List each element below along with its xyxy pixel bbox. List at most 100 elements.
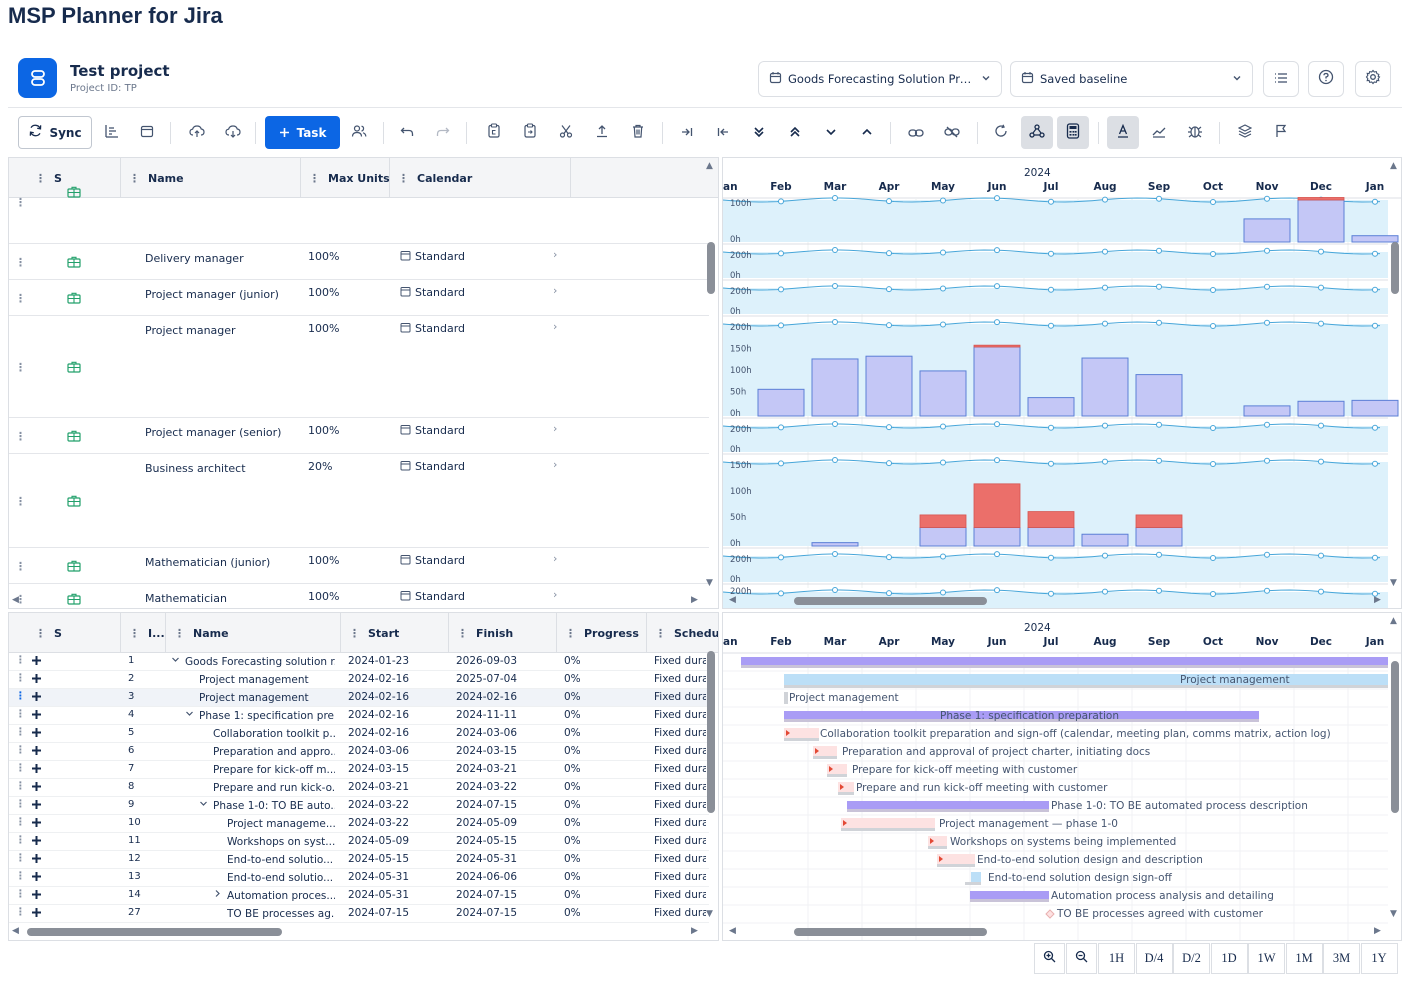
redo-button[interactable]: [433, 116, 453, 149]
task-row[interactable]: ⋮ 10 Project manageme... 2024-03-22 2024…: [9, 815, 709, 833]
zoom-scale-button[interactable]: 1H: [1098, 943, 1135, 974]
scroll-left-arrow[interactable]: ◀: [729, 926, 736, 936]
resource-view-toggle[interactable]: [1021, 116, 1053, 149]
drag-handle[interactable]: ⋮: [15, 744, 26, 756]
histogram-horizontal-scrollbar[interactable]: [794, 597, 987, 605]
collapse-button[interactable]: [857, 116, 877, 149]
add-subtask-icon[interactable]: [31, 709, 42, 723]
column-header-schedule[interactable]: ⋮ Schedu: [647, 613, 718, 653]
task-row[interactable]: ⋮ 7 Prepare for kick-off m... 2024-03-15…: [9, 761, 709, 779]
histogram-vertical-scrollbar[interactable]: [1391, 242, 1399, 294]
scroll-down-arrow[interactable]: ▼: [1390, 578, 1397, 588]
chevron-down-icon[interactable]: [185, 709, 194, 721]
scroll-right-arrow[interactable]: ▶: [691, 595, 698, 605]
help-button[interactable]: [1308, 61, 1344, 97]
resource-row[interactable]: ⋮ Project manager (junior) 100% Standard…: [9, 280, 709, 316]
task-row[interactable]: ⋮ 5 Collaboration toolkit p... 2024-02-1…: [9, 725, 709, 743]
resource-row[interactable]: ⋮ Project manager (senior) 100% Standard…: [9, 418, 709, 454]
zoom-scale-button[interactable]: 1D: [1210, 943, 1248, 974]
link-button[interactable]: [906, 116, 926, 149]
zoom-scale-button[interactable]: 3M: [1323, 943, 1360, 974]
drag-handle[interactable]: ⋮: [15, 495, 26, 508]
assign-resources-button[interactable]: [349, 116, 369, 149]
plan-selector[interactable]: Goods Forecasting Solution Proj...: [758, 61, 1002, 97]
gantt-vertical-scrollbar[interactable]: [1391, 661, 1399, 813]
scroll-down-arrow[interactable]: ▼: [706, 909, 713, 919]
resource-row[interactable]: ⋮ Delivery manager 100% Standard ›: [9, 244, 709, 280]
insert-button[interactable]: [592, 116, 612, 149]
drag-handle[interactable]: ⋮: [15, 690, 26, 702]
drag-handle[interactable]: ⋮: [15, 292, 26, 305]
add-subtask-icon[interactable]: [31, 745, 42, 759]
drag-handle[interactable]: ⋮: [15, 816, 26, 828]
add-subtask-icon[interactable]: [31, 889, 42, 903]
task-row[interactable]: ⋮ 27 TO BE processes ag... 2024-07-15 20…: [9, 905, 709, 923]
resource-row[interactable]: ⋮ Business architect 20% Standard ›: [9, 454, 709, 548]
scroll-right-arrow[interactable]: ▶: [1374, 926, 1381, 936]
drag-handle[interactable]: ⋮: [15, 906, 26, 918]
resource-row[interactable]: ⋮: [9, 186, 709, 244]
critical-path-button[interactable]: [102, 116, 122, 149]
drag-handle[interactable]: ⋮: [15, 798, 26, 810]
chevron-right-icon[interactable]: [213, 889, 222, 901]
task-row[interactable]: ⋮ 11 Workshops on syst... 2024-05-09 202…: [9, 833, 709, 851]
zoom-out-button[interactable]: [1066, 943, 1097, 974]
expand-button[interactable]: [821, 116, 841, 149]
trend-button[interactable]: [1149, 116, 1169, 149]
drag-handle[interactable]: ⋮: [15, 361, 26, 374]
add-subtask-icon[interactable]: [31, 907, 42, 921]
zoom-scale-button[interactable]: D/4: [1135, 943, 1173, 974]
drag-handle[interactable]: ⋮: [15, 196, 26, 209]
calculate-button[interactable]: [1057, 116, 1089, 149]
chevron-right-icon[interactable]: ›: [553, 248, 557, 261]
resource-row[interactable]: ⋮ Mathematician 100% Standard ›: [9, 584, 709, 608]
scroll-left-arrow[interactable]: ◀: [12, 595, 19, 605]
task-grid-vertical-scrollbar[interactable]: [707, 651, 715, 813]
column-header-id[interactable]: ⋮ I...: [121, 613, 166, 653]
milestone-flag-button[interactable]: [1271, 116, 1291, 149]
resource-row[interactable]: ⋮ Project manager 100% Standard ›: [9, 316, 709, 418]
drag-handle[interactable]: ⋮: [15, 834, 26, 846]
drag-handle[interactable]: ⋮: [15, 780, 26, 792]
collapse-all-button[interactable]: [785, 116, 805, 149]
scroll-left-arrow[interactable]: ◀: [12, 926, 19, 936]
zoom-scale-button[interactable]: 1W: [1248, 943, 1285, 974]
settings-button[interactable]: [1355, 61, 1391, 97]
sync-button[interactable]: Sync: [18, 116, 92, 149]
task-row[interactable]: ⋮ 1 Goods Forecasting solution r... 2024…: [9, 653, 709, 671]
zoom-scale-button[interactable]: 1M: [1285, 943, 1323, 974]
scroll-up-arrow[interactable]: ▲: [1390, 616, 1397, 626]
chevron-right-icon[interactable]: ›: [553, 422, 557, 435]
download-button[interactable]: [223, 116, 243, 149]
task-row[interactable]: ⋮ 13 End-to-end solutio... 2024-05-31 20…: [9, 869, 709, 887]
column-header-name[interactable]: ⋮ Name: [166, 613, 341, 653]
drag-handle[interactable]: ⋮: [15, 256, 26, 269]
task-row[interactable]: ⋮ 8 Prepare and run kick-o... 2024-03-21…: [9, 779, 709, 797]
column-header-start[interactable]: ⋮ Start: [341, 613, 449, 653]
baseline-selector[interactable]: Saved baseline: [1010, 61, 1253, 97]
chevron-right-icon[interactable]: ›: [553, 588, 557, 601]
task-row[interactable]: ⋮ 14 Automation proces... 2024-05-31 202…: [9, 887, 709, 905]
scroll-down-arrow[interactable]: ▼: [1390, 909, 1397, 919]
list-view-button[interactable]: [1263, 61, 1299, 97]
drag-handle[interactable]: ⋮: [15, 560, 26, 573]
drag-handle[interactable]: ⋮: [15, 672, 26, 684]
chevron-right-icon[interactable]: ›: [553, 284, 557, 297]
chevron-right-icon[interactable]: ›: [553, 458, 557, 471]
task-row[interactable]: ⋮ 12 End-to-end solutio... 2024-05-15 20…: [9, 851, 709, 869]
resource-row[interactable]: ⋮ Mathematician (junior) 100% Standard ›: [9, 548, 709, 584]
copy-button[interactable]: [484, 116, 504, 149]
outdent-button[interactable]: [713, 116, 733, 149]
column-header-finish[interactable]: ⋮ Finish: [449, 613, 557, 653]
debug-button[interactable]: [1185, 116, 1205, 149]
drag-handle[interactable]: ⋮: [15, 430, 26, 443]
task-row[interactable]: ⋮ 2 Project management 2024-02-16 2025-0…: [9, 671, 709, 689]
column-header-s[interactable]: ⋮ S: [9, 613, 121, 653]
refresh-button[interactable]: [991, 116, 1011, 149]
zoom-scale-button[interactable]: D/2: [1173, 943, 1210, 974]
column-header-progress[interactable]: ⋮ Progress: [557, 613, 647, 653]
drag-handle[interactable]: ⋮: [15, 852, 26, 864]
add-task-button[interactable]: Task: [265, 116, 340, 149]
add-subtask-icon[interactable]: [31, 871, 42, 885]
chevron-down-icon[interactable]: [171, 655, 180, 667]
